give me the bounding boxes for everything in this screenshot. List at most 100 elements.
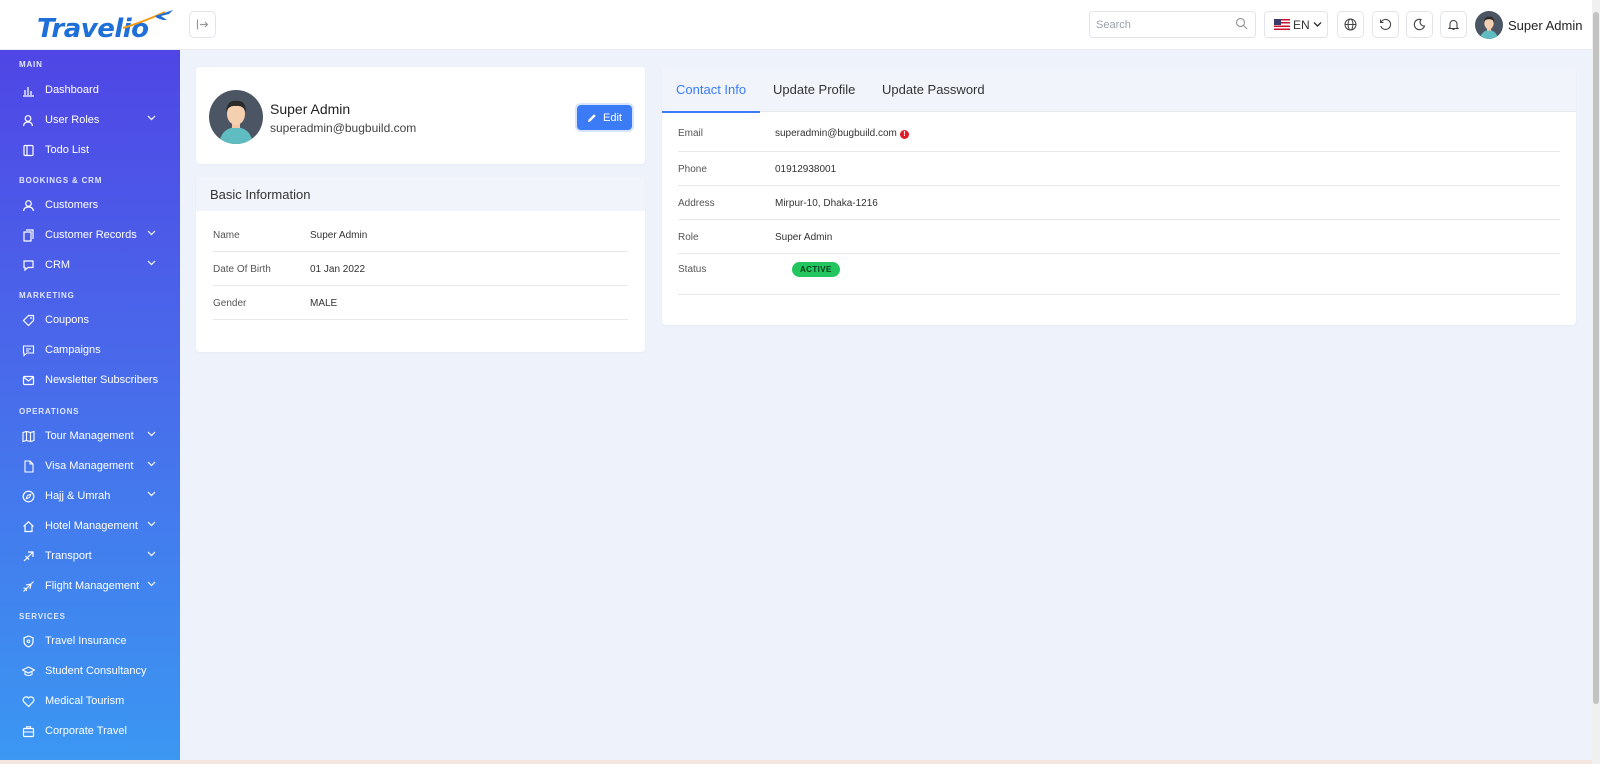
contact-value: 01912938001 <box>775 164 837 175</box>
sidebar-item-newsletter-subscribers[interactable]: Newsletter Subscribers <box>0 366 180 394</box>
sidebar-item-hajj-umrah[interactable]: Hajj & Umrah <box>0 482 180 510</box>
document-icon <box>21 459 35 473</box>
scrollbar-thumb[interactable] <box>1593 12 1599 704</box>
chart-icon <box>21 83 35 97</box>
section-main: MAIN <box>19 60 43 69</box>
sidebar-item-tour-management[interactable]: Tour Management <box>0 422 180 450</box>
user-roles-icon <box>21 113 35 127</box>
contact-label: Role <box>678 232 699 243</box>
sidebar-item-customers[interactable]: Customers <box>0 191 180 219</box>
pencil-icon <box>588 113 596 122</box>
shield-icon <box>21 634 35 648</box>
tab-update-profile[interactable]: Update Profile <box>773 82 855 97</box>
sidebar-item-corporate-travel[interactable]: Corporate Travel <box>0 717 180 745</box>
sidebar-item-coupons[interactable]: Coupons <box>0 306 180 334</box>
edit-label: Edit <box>603 111 622 124</box>
chevron-down-icon <box>147 581 156 587</box>
chevron-down-icon <box>147 230 156 236</box>
contact-value: superadmin@bugbuild.com! <box>775 128 909 139</box>
edit-profile-button[interactable]: Edit <box>577 105 632 130</box>
map-icon <box>21 429 35 443</box>
profile-email: superadmin@bugbuild.com <box>270 121 417 135</box>
tab-update-password[interactable]: Update Password <box>882 82 985 97</box>
contact-value: Mirpur-10, Dhaka-1216 <box>775 198 878 209</box>
search-input[interactable] <box>1096 17 1231 33</box>
collapse-sidebar-button[interactable] <box>189 11 216 38</box>
sidebar-item-crm[interactable]: CRM <box>0 251 180 279</box>
chevron-down-icon <box>147 115 156 121</box>
todo-icon <box>21 143 35 157</box>
briefcase-icon <box>21 724 35 738</box>
contact-info-card: Contact Info Update Profile Update Passw… <box>662 67 1576 325</box>
transport-icon <box>21 549 35 563</box>
info-label: Gender <box>213 298 247 309</box>
status-badge: ACTIVE <box>792 262 840 277</box>
customer-icon <box>21 198 35 212</box>
sidebar-item-todo-list[interactable]: Todo List <box>0 136 180 164</box>
sidebar-item-visa-management[interactable]: Visa Management <box>0 452 180 480</box>
info-row-name: Name Super Admin <box>213 218 628 252</box>
logo-plane-icon <box>122 10 173 29</box>
tag-icon <box>21 313 35 327</box>
sidebar-item-user-roles[interactable]: User Roles <box>0 106 180 134</box>
language-selector[interactable]: EN <box>1264 11 1328 38</box>
info-row-date-of-birth: Date Of Birth 01 Jan 2022 <box>213 252 628 286</box>
refresh-button[interactable] <box>1372 11 1399 38</box>
search-icon[interactable] <box>1235 17 1248 30</box>
plane-icon <box>21 579 35 593</box>
section-bookings-crm: BOOKINGS & CRM <box>19 176 103 185</box>
home-icon <box>21 519 35 533</box>
page-scrollbar[interactable] <box>1592 0 1600 764</box>
section-services: SERVICES <box>19 612 66 621</box>
chevron-down-icon <box>147 491 156 497</box>
contact-row-address: Address Mirpur-10, Dhaka-1216 <box>678 186 1560 220</box>
user-menu[interactable]: Super Admin <box>1475 10 1582 40</box>
search-box[interactable] <box>1089 11 1256 38</box>
contact-row-phone: Phone 01912938001 <box>678 152 1560 186</box>
chevron-down-icon <box>147 461 156 467</box>
contact-row-email: Email superadmin@bugbuild.com! <box>678 118 1560 152</box>
info-value: MALE <box>310 298 338 309</box>
contact-label: Email <box>678 128 704 139</box>
profile-card: Super Admin superadmin@bugbuild.com Edit <box>196 67 645 164</box>
info-label: Date Of Birth <box>213 264 271 275</box>
sidebar-item-travel-insurance[interactable]: Travel Insurance <box>0 627 180 655</box>
sidebar-item-medical-tourism[interactable]: Medical Tourism <box>0 687 180 715</box>
email-value: superadmin@bugbuild.com <box>775 128 897 139</box>
language-code: EN <box>1293 17 1310 32</box>
info-label: Name <box>213 230 240 241</box>
chevron-down-icon <box>147 551 156 557</box>
user-name: Super Admin <box>1508 17 1583 33</box>
chat-icon <box>21 258 35 272</box>
globe-icon <box>1344 18 1357 31</box>
refresh-icon <box>1379 18 1392 30</box>
heart-icon <box>21 694 35 708</box>
notifications-button[interactable] <box>1440 11 1467 38</box>
theme-toggle-button[interactable] <box>1406 11 1433 38</box>
sidebar: MAIN Dashboard User Roles Todo List BOOK… <box>0 50 180 760</box>
basic-information-header: Basic Information <box>196 177 645 211</box>
sidebar-item-transport[interactable]: Transport <box>0 542 180 570</box>
contact-label: Status <box>678 264 707 275</box>
sidebar-item-hotel-management[interactable]: Hotel Management <box>0 512 180 540</box>
records-icon <box>21 228 35 242</box>
info-value: Super Admin <box>310 230 368 241</box>
bell-icon <box>1447 19 1460 31</box>
contact-label: Phone <box>678 164 707 175</box>
profile-tabs: Contact Info Update Profile Update Passw… <box>662 67 1576 113</box>
contact-row-status: Status ACTIVE <box>678 254 1560 295</box>
moon-icon <box>1413 18 1426 31</box>
active-tab-indicator <box>662 111 760 113</box>
profile-avatar <box>209 90 263 144</box>
globe-button[interactable] <box>1337 11 1364 38</box>
graduation-cap-icon <box>21 664 35 678</box>
sidebar-item-customer-records[interactable]: Customer Records <box>0 221 180 249</box>
message-icon <box>21 343 35 357</box>
tab-contact-info[interactable]: Contact Info <box>676 82 746 97</box>
sidebar-item-flight-management[interactable]: Flight Management <box>0 572 180 600</box>
alert-icon: ! <box>899 130 909 139</box>
sidebar-item-dashboard[interactable]: Dashboard <box>0 76 180 104</box>
chevron-down-icon <box>147 260 156 266</box>
sidebar-item-campaigns[interactable]: Campaigns <box>0 336 180 364</box>
sidebar-item-student-consultancy[interactable]: Student Consultancy <box>0 657 180 685</box>
